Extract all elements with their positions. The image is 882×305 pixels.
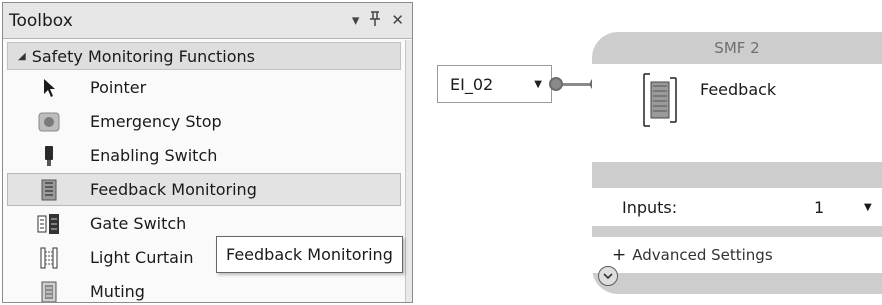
toolbox-item-label: Emergency Stop: [90, 112, 222, 131]
toolbox-scrollbar[interactable]: [406, 40, 412, 302]
emergency-stop-icon: [34, 111, 64, 133]
feedback-monitoring-icon: [34, 179, 64, 201]
toolbox-item-label: Muting: [90, 282, 145, 301]
toolbox-item-muting[interactable]: Muting: [7, 275, 401, 302]
group-label: Safety Monitoring Functions: [31, 46, 256, 66]
pointer-icon: [34, 77, 64, 99]
muting-icon: [34, 281, 64, 302]
enabling-switch-icon: [34, 145, 64, 167]
pin-icon[interactable]: [369, 11, 381, 30]
chevron-down-icon[interactable]: ▼: [864, 202, 872, 213]
toolbox-item-pointer[interactable]: Pointer: [7, 71, 401, 104]
tooltip: Feedback Monitoring: [216, 236, 403, 273]
smf-block[interactable]: SMF 2 Feedback Inputs: 1 ▼ + Advanced Se…: [592, 32, 882, 294]
collapse-chevron-icon[interactable]: [598, 266, 618, 286]
smf-function-area: Feedback: [592, 64, 882, 162]
toolbox-item-enabling-switch[interactable]: Enabling Switch: [7, 139, 401, 172]
output-port[interactable]: [549, 77, 563, 91]
feedback-monitoring-icon: [642, 72, 678, 128]
chevron-down-icon[interactable]: ▼: [534, 79, 542, 90]
advanced-settings-toggle[interactable]: + Advanced Settings: [592, 237, 882, 273]
toolbox-header: Toolbox ▾ ✕: [3, 3, 412, 39]
toolbox-title: Toolbox: [9, 10, 73, 31]
smf-divider: [592, 162, 882, 188]
smf-function-label: Feedback: [700, 80, 777, 99]
inputs-label: Inputs:: [622, 197, 678, 217]
toolbox-item-label: Gate Switch: [90, 214, 187, 233]
gate-switch-icon: [34, 213, 64, 235]
toolbox-item-emergency-stop[interactable]: Emergency Stop: [7, 105, 401, 138]
advanced-settings-label: Advanced Settings: [632, 246, 773, 264]
smf-title: SMF 2: [714, 39, 760, 57]
smf-inputs-row[interactable]: Inputs: 1 ▼: [592, 188, 882, 226]
close-icon[interactable]: ✕: [391, 13, 404, 28]
input-element-select[interactable]: EI_02 ▼: [437, 65, 552, 103]
plus-icon: +: [612, 245, 627, 265]
group-safety-monitoring-functions[interactable]: ◢ Safety Monitoring Functions: [7, 42, 401, 70]
toolbox-item-label: Pointer: [90, 78, 147, 97]
input-element-value: EI_02: [450, 74, 494, 94]
toolbox-window-controls: ▾ ✕: [352, 11, 404, 30]
toolbox-item-label: Enabling Switch: [90, 146, 218, 165]
toolbox-item-label: Feedback Monitoring: [90, 180, 257, 199]
light-curtain-icon: [34, 247, 64, 269]
inputs-value[interactable]: 1: [814, 198, 824, 217]
toolbox-item-feedback-monitoring[interactable]: Feedback Monitoring: [7, 173, 401, 206]
toolbox-item-label: Light Curtain: [90, 248, 194, 267]
expand-triangle-icon[interactable]: ◢: [18, 51, 26, 62]
dropdown-arrow-icon[interactable]: ▾: [352, 13, 360, 28]
